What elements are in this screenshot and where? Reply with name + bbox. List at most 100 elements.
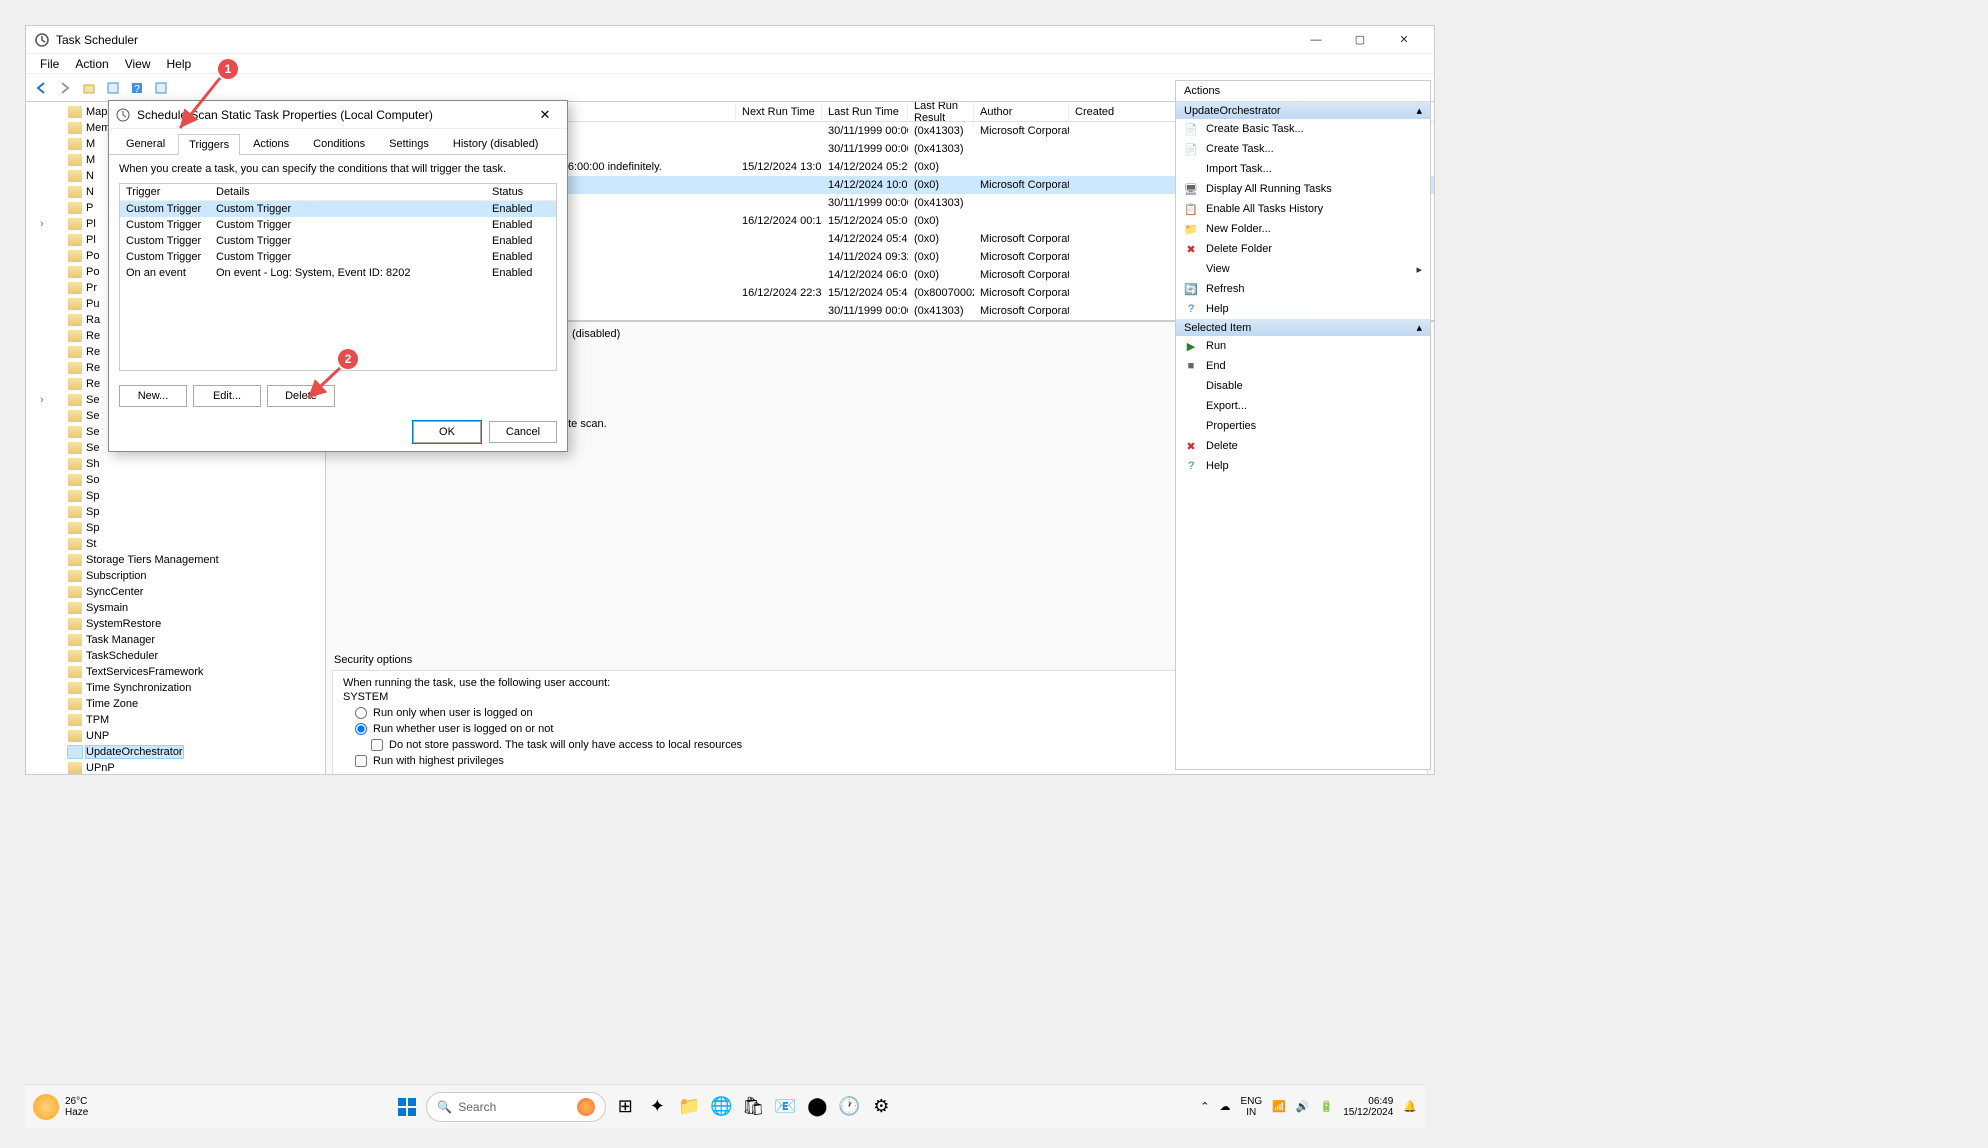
explorer-icon[interactable]: 📁 bbox=[676, 1094, 702, 1120]
menu-action[interactable]: Action bbox=[67, 55, 116, 73]
trigger-row[interactable]: Custom TriggerCustom TriggerEnabled bbox=[120, 201, 556, 217]
tree-item[interactable]: TPM bbox=[26, 712, 325, 728]
tree-item[interactable]: UNP bbox=[26, 728, 325, 744]
check-highest-priv[interactable] bbox=[355, 755, 367, 767]
tree-item[interactable]: TaskScheduler bbox=[26, 648, 325, 664]
help[interactable]: ?Help bbox=[1176, 299, 1430, 319]
tab-settings[interactable]: Settings bbox=[378, 133, 440, 154]
triggers-table[interactable]: Trigger Details Status Custom TriggerCus… bbox=[119, 183, 557, 371]
notification-icon[interactable]: 🔔 bbox=[1403, 1100, 1417, 1113]
tree-item[interactable]: Sh bbox=[26, 456, 325, 472]
refresh[interactable]: 🔄Refresh bbox=[1176, 279, 1430, 299]
search-box[interactable]: 🔍 Search bbox=[426, 1092, 606, 1122]
up-icon[interactable] bbox=[78, 77, 100, 99]
dialog-close-button[interactable]: ✕ bbox=[529, 105, 561, 125]
ok-button[interactable]: OK bbox=[413, 421, 481, 443]
clock[interactable]: 06:4915/12/2024 bbox=[1343, 1096, 1393, 1118]
outlook-icon[interactable]: 📧 bbox=[772, 1094, 798, 1120]
help2[interactable]: ?Help bbox=[1176, 456, 1430, 476]
tree-item[interactable]: Subscription bbox=[26, 568, 325, 584]
edge-icon[interactable]: 🌐 bbox=[708, 1094, 734, 1120]
battery-icon[interactable]: 🔋 bbox=[1320, 1100, 1334, 1113]
col-last[interactable]: Last Run Time bbox=[822, 104, 908, 120]
app-icon bbox=[34, 32, 50, 48]
props-icon[interactable] bbox=[150, 77, 172, 99]
language-indicator[interactable]: ENGIN bbox=[1240, 1096, 1262, 1118]
tree-item[interactable]: TextServicesFramework bbox=[26, 664, 325, 680]
clock-icon[interactable]: 🕐 bbox=[836, 1094, 862, 1120]
tree-item[interactable]: UPnP bbox=[26, 760, 325, 774]
start-button[interactable] bbox=[394, 1094, 420, 1120]
run[interactable]: ▶Run bbox=[1176, 336, 1430, 356]
volume-icon[interactable]: 🔊 bbox=[1296, 1100, 1310, 1113]
export[interactable]: Export... bbox=[1176, 396, 1430, 416]
tree-item[interactable]: Sp bbox=[26, 504, 325, 520]
tree-item[interactable]: SyncCenter bbox=[26, 584, 325, 600]
store-icon[interactable]: 🛍 bbox=[740, 1094, 766, 1120]
help-icon[interactable]: ? bbox=[126, 77, 148, 99]
delete-item[interactable]: ✖Delete bbox=[1176, 436, 1430, 456]
copilot-icon[interactable]: ✦ bbox=[644, 1094, 670, 1120]
close-button[interactable]: ✕ bbox=[1382, 26, 1426, 54]
create-task[interactable]: 📄Create Task... bbox=[1176, 139, 1430, 159]
trigger-row[interactable]: Custom TriggerCustom TriggerEnabled bbox=[120, 249, 556, 265]
display-running[interactable]: 🖥Display All Running Tasks bbox=[1176, 179, 1430, 199]
tree-item[interactable]: Storage Tiers Management bbox=[26, 552, 325, 568]
app-icon-1[interactable]: ⬤ bbox=[804, 1094, 830, 1120]
forward-icon[interactable] bbox=[54, 77, 76, 99]
settings-icon[interactable]: ⚙ bbox=[868, 1094, 894, 1120]
import-task[interactable]: Import Task... bbox=[1176, 159, 1430, 179]
radio-logged-on[interactable] bbox=[355, 707, 367, 719]
check-no-password[interactable] bbox=[371, 739, 383, 751]
properties[interactable]: Properties bbox=[1176, 416, 1430, 436]
minimize-button[interactable]: — bbox=[1294, 26, 1338, 54]
folder-icon bbox=[68, 122, 82, 134]
wifi-icon[interactable]: 📶 bbox=[1272, 1100, 1286, 1113]
trigger-row[interactable]: Custom TriggerCustom TriggerEnabled bbox=[120, 217, 556, 233]
cancel-button[interactable]: Cancel bbox=[489, 421, 557, 443]
trigger-row[interactable]: On an eventOn event - Log: System, Event… bbox=[120, 265, 556, 281]
tree-item[interactable]: Sysmain bbox=[26, 600, 325, 616]
radio-either[interactable] bbox=[355, 723, 367, 735]
delete-folder[interactable]: ✖Delete Folder bbox=[1176, 239, 1430, 259]
enable-history[interactable]: 📋Enable All Tasks History bbox=[1176, 199, 1430, 219]
refresh-icon[interactable] bbox=[102, 77, 124, 99]
tab-triggers[interactable]: Triggers bbox=[178, 134, 240, 155]
tree-item[interactable]: Time Synchronization bbox=[26, 680, 325, 696]
folder-icon bbox=[68, 234, 82, 246]
tree-item[interactable]: UpdateOrchestrator bbox=[26, 744, 325, 760]
disable[interactable]: Disable bbox=[1176, 376, 1430, 396]
new-trigger-button[interactable]: New... bbox=[119, 385, 187, 407]
view[interactable]: View▸ bbox=[1176, 259, 1430, 279]
tab-general[interactable]: General bbox=[115, 133, 176, 154]
tree-item[interactable]: So bbox=[26, 472, 325, 488]
maximize-button[interactable]: ▢ bbox=[1338, 26, 1382, 54]
tree-item[interactable]: Time Zone bbox=[26, 696, 325, 712]
onedrive-icon[interactable]: ☁ bbox=[1219, 1100, 1230, 1113]
delete-trigger-button[interactable]: Delete bbox=[267, 385, 335, 407]
tree-item[interactable]: Sp bbox=[26, 520, 325, 536]
menu-help[interactable]: Help bbox=[159, 55, 200, 73]
create-basic-task[interactable]: 📄Create Basic Task... bbox=[1176, 119, 1430, 139]
tray-chevron-icon[interactable]: ⌃ bbox=[1200, 1100, 1209, 1113]
folder-icon bbox=[68, 298, 82, 310]
weather-widget[interactable]: 26°CHaze bbox=[33, 1094, 88, 1120]
tree-item[interactable]: St bbox=[26, 536, 325, 552]
menu-file[interactable]: File bbox=[32, 55, 67, 73]
tree-item[interactable]: Sp bbox=[26, 488, 325, 504]
tab-conditions[interactable]: Conditions bbox=[302, 133, 376, 154]
new-folder[interactable]: 📁New Folder... bbox=[1176, 219, 1430, 239]
col-next[interactable]: Next Run Time bbox=[736, 104, 822, 120]
back-icon[interactable] bbox=[30, 77, 52, 99]
tree-item[interactable]: Task Manager bbox=[26, 632, 325, 648]
tab-actions[interactable]: Actions bbox=[242, 133, 300, 154]
tree-item[interactable]: SystemRestore bbox=[26, 616, 325, 632]
menu-view[interactable]: View bbox=[117, 55, 159, 73]
end[interactable]: ■End bbox=[1176, 356, 1430, 376]
tab-history[interactable]: History (disabled) bbox=[442, 133, 550, 154]
trigger-row[interactable]: Custom TriggerCustom TriggerEnabled bbox=[120, 233, 556, 249]
col-created[interactable]: Created bbox=[1069, 104, 1109, 120]
taskview-icon[interactable]: ⊞ bbox=[612, 1094, 638, 1120]
edit-trigger-button[interactable]: Edit... bbox=[193, 385, 261, 407]
col-author[interactable]: Author bbox=[974, 104, 1069, 120]
